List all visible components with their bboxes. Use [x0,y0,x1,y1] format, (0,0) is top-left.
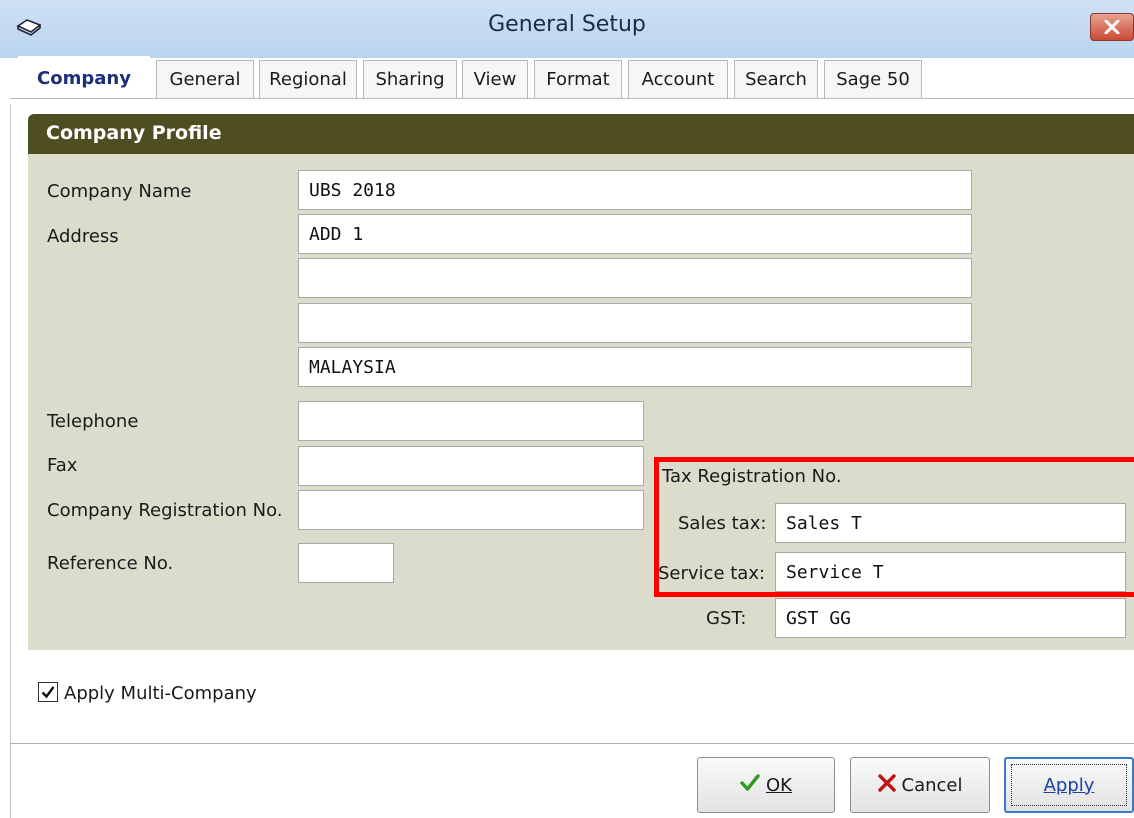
telephone-label: Telephone [47,411,139,432]
company-profile-header: Company Profile [28,114,1134,154]
company-registration-label: Company Registration No. [47,500,283,521]
tab-sharing[interactable]: Sharing [363,60,457,98]
company-profile-title: Company Profile [46,122,222,144]
tab-sage-50[interactable]: Sage 50 [824,60,922,98]
ok-button-label: OK [766,774,792,796]
title-bar[interactable]: General Setup [0,0,1134,58]
company-registration-field[interactable] [298,490,644,530]
cross-icon [877,773,896,797]
cancel-button-label: Cancel [901,774,963,796]
tab-general[interactable]: General [156,60,254,98]
fax-field[interactable] [298,446,644,486]
cancel-button[interactable]: Cancel [850,757,990,813]
reference-label: Reference No. [47,553,174,574]
close-button[interactable] [1090,13,1134,41]
window-title: General Setup [488,12,646,37]
address-line-1-field[interactable]: ADD 1 [298,214,972,254]
gst-field[interactable]: GST GG [775,598,1126,638]
general-setup-window: General Setup Company General Regional S… [0,0,1134,818]
fax-label: Fax [47,455,78,476]
address-line-3-field[interactable] [298,303,972,343]
address-label: Address [47,226,119,247]
highlight-annotation-box [654,457,1134,597]
tab-company[interactable]: Company [18,56,150,100]
window-left-edge [10,744,11,818]
gst-label: GST: [706,608,747,629]
address-line-4-field[interactable]: MALAYSIA [298,347,972,387]
tab-underline [10,98,1134,99]
tab-regional[interactable]: Regional [259,60,357,98]
apply-multi-company-label[interactable]: Apply Multi-Company [64,683,257,704]
ok-button[interactable]: OK [697,757,835,813]
apply-button[interactable]: Apply [1004,757,1134,813]
tab-view[interactable]: View [462,60,528,98]
address-line-2-field[interactable] [298,258,972,298]
checkmark-icon [740,773,760,797]
reference-field[interactable] [298,543,394,583]
company-name-field[interactable]: UBS 2018 [298,170,972,210]
telephone-field[interactable] [298,401,644,441]
tab-search[interactable]: Search [734,60,818,98]
tab-format[interactable]: Format [534,60,622,98]
tab-account[interactable]: Account [628,60,728,98]
company-name-label: Company Name [47,181,192,202]
button-bar-divider [10,743,1134,744]
focus-rectangle [1011,764,1127,806]
apply-multi-company-checkbox[interactable] [38,682,58,702]
